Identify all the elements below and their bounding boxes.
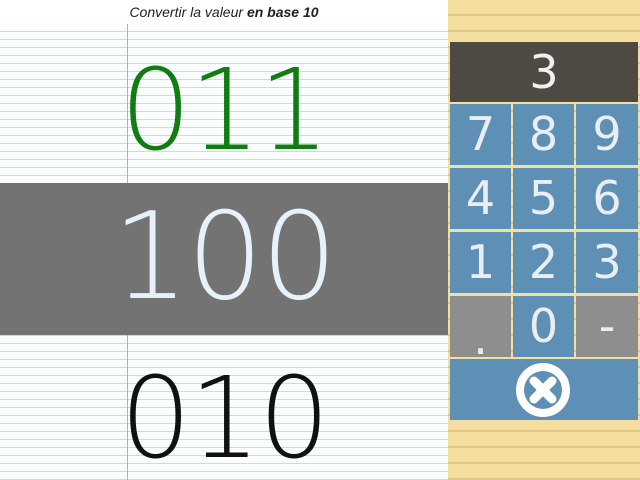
- current-binary-number: 100: [112, 188, 337, 327]
- instruction-emphasis: en base 10: [246, 4, 319, 20]
- key-5[interactable]: 5: [513, 168, 574, 229]
- next-binary-number: 010: [120, 354, 330, 480]
- key-1[interactable]: 1: [450, 232, 511, 293]
- clear-button[interactable]: [450, 359, 638, 420]
- instruction-text: Convertir la valeur en base 10: [0, 0, 448, 24]
- key-6[interactable]: 6: [576, 168, 638, 229]
- close-circle-icon: [516, 363, 570, 417]
- key-7[interactable]: 7: [450, 104, 511, 165]
- previous-binary-number: 011: [120, 46, 330, 176]
- key-2[interactable]: 2: [513, 232, 574, 293]
- key-decimal-point[interactable]: .: [450, 296, 511, 365]
- key-8[interactable]: 8: [513, 104, 574, 165]
- answer-display: 3: [450, 42, 638, 102]
- key-4[interactable]: 4: [450, 168, 511, 229]
- key-0[interactable]: 0: [513, 296, 574, 357]
- notebook-paper: Convertir la valeur en base 10 011 100 0…: [0, 0, 448, 480]
- key-9[interactable]: 9: [576, 104, 638, 165]
- instruction-prefix: Convertir la valeur: [129, 4, 247, 20]
- key-3[interactable]: 3: [576, 232, 638, 293]
- key-minus[interactable]: -: [576, 296, 638, 357]
